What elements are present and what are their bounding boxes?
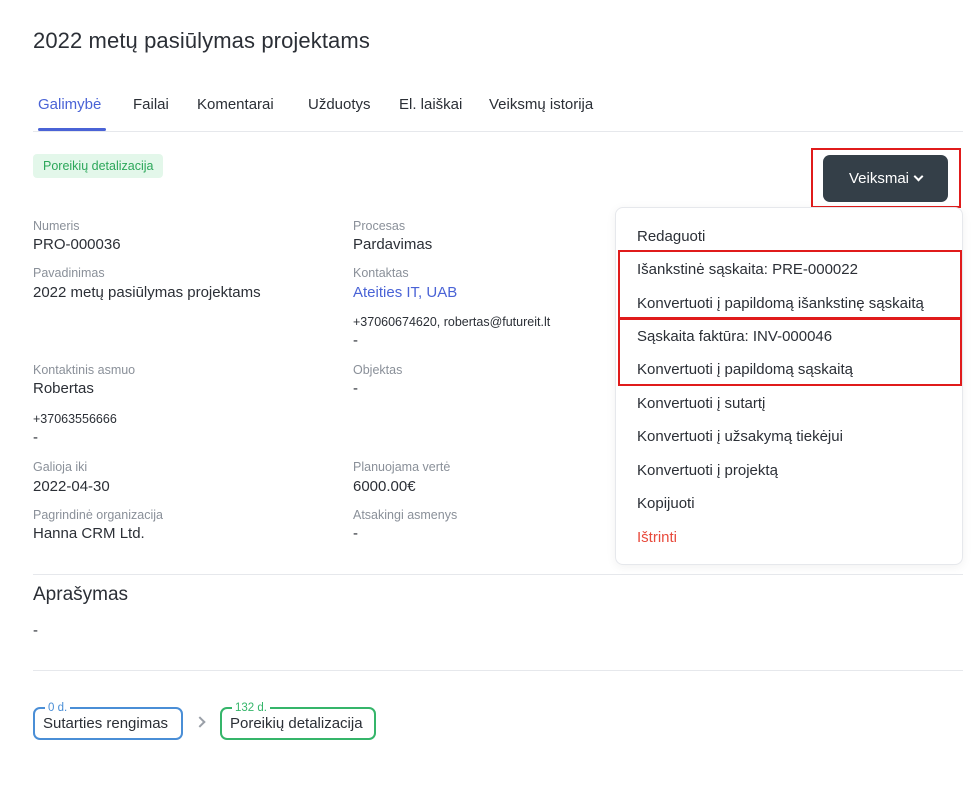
menu-item-kopijuoti[interactable]: Kopijuoti [637, 495, 695, 512]
tab-komentarai[interactable]: Komentarai [197, 96, 274, 113]
menu-highlight-invoice [618, 318, 962, 386]
kontaktas-label: Kontaktas [353, 266, 409, 280]
tab-veiksmu-istorija[interactable]: Veiksmų istorija [489, 96, 593, 113]
kontaktas-extra: - [353, 332, 358, 349]
active-tab-indicator [38, 128, 106, 131]
kontaktinis-asmuo-extra: - [33, 429, 38, 446]
kontaktas-link[interactable]: Ateities IT, UAB [353, 284, 457, 301]
kontaktas-phone-email: +37060674620, robertas@futureit.lt [353, 315, 551, 329]
menu-item-istrinti[interactable]: Ištrinti [637, 529, 677, 546]
galioja-iki-value: 2022-04-30 [33, 478, 110, 495]
stage-label: Sutarties rengimas [43, 715, 169, 732]
menu-item-konvertuoti-sutarti[interactable]: Konvertuoti į sutartį [637, 395, 765, 412]
tab-galimybe[interactable]: Galimybė [38, 96, 101, 113]
numeris-label: Numeris [33, 219, 80, 233]
objektas-label: Objektas [353, 363, 403, 377]
atsakingi-asmenys-value: - [353, 525, 358, 542]
objektas-value: - [353, 380, 358, 397]
stage-days: 132 d. [232, 701, 270, 715]
pipeline-stage-sutarties-rengimas[interactable]: 0 d. Sutarties rengimas [33, 701, 183, 740]
description-value: - [33, 622, 38, 639]
page-title: 2022 metų pasiūlymas projektams [33, 28, 370, 53]
kontaktinis-asmuo-value: Robertas [33, 380, 94, 397]
pagrindine-organizacija-label: Pagrindinė organizacija [33, 508, 163, 522]
menu-item-redaguoti[interactable]: Redaguoti [637, 228, 705, 245]
tab-el-laiskai[interactable]: El. laiškai [399, 96, 462, 113]
tab-bar: Galimybė Failai Komentarai Užduotys El. … [33, 84, 963, 132]
chevron-right-icon [194, 716, 206, 728]
section-divider [33, 574, 963, 575]
galioja-iki-label: Galioja iki [33, 460, 88, 474]
menu-highlight-prepayment [618, 250, 962, 319]
pipeline-stage-poreikiu-detalizacija[interactable]: 132 d. Poreikių detalizacija [220, 701, 376, 740]
actions-button[interactable]: Veiksmai [823, 155, 948, 202]
stage-label: Poreikių detalizacija [230, 715, 363, 732]
menu-item-konvertuoti-projekta[interactable]: Konvertuoti į projektą [637, 462, 778, 479]
procesas-value: Pardavimas [353, 236, 433, 253]
planuojama-verte-value: 6000.00€ [353, 478, 416, 495]
tab-failai[interactable]: Failai [133, 96, 169, 113]
planuojama-verte-label: Planuojama vertė [353, 460, 451, 474]
chevron-down-icon [913, 171, 924, 182]
pipeline-divider [33, 670, 963, 671]
pavadinimas-value: 2022 metų pasiūlymas projektams [33, 284, 261, 301]
menu-item-konvertuoti-uzsakyma[interactable]: Konvertuoti į užsakymą tiekėjui [637, 428, 843, 445]
actions-button-label: Veiksmai [848, 170, 910, 187]
tab-uzduotys[interactable]: Užduotys [308, 96, 371, 113]
kontaktinis-asmuo-label: Kontaktinis asmuo [33, 363, 136, 377]
pagrindine-organizacija-value: Hanna CRM Ltd. [33, 525, 145, 542]
pavadinimas-label: Pavadinimas [33, 266, 105, 280]
status-badge: Poreikių detalizacija [33, 154, 164, 178]
kontaktinis-asmuo-phone: +37063556666 [33, 412, 117, 426]
atsakingi-asmenys-label: Atsakingi asmenys [353, 508, 458, 522]
numeris-value: PRO-000036 [33, 236, 121, 253]
description-title: Aprašymas [33, 584, 129, 605]
procesas-label: Procesas [353, 219, 406, 233]
stage-days: 0 d. [45, 701, 71, 715]
